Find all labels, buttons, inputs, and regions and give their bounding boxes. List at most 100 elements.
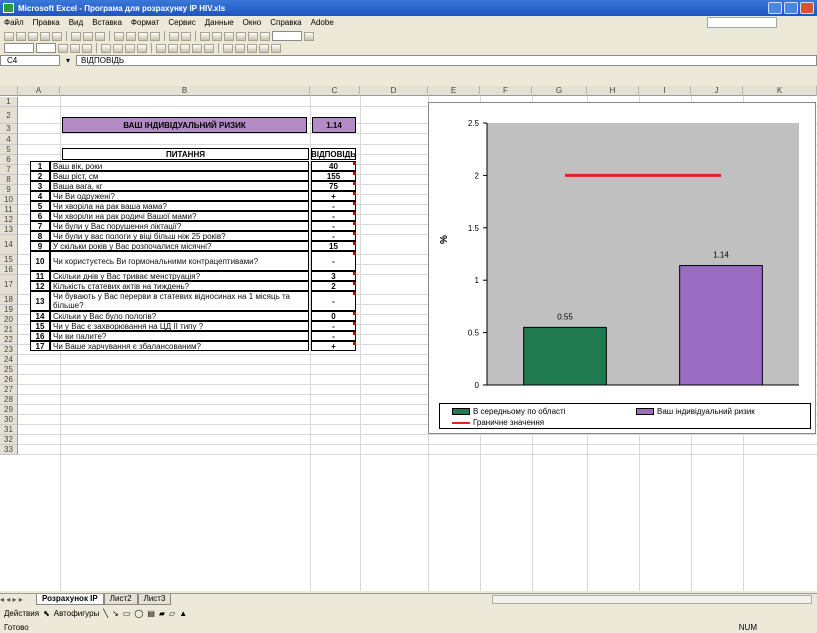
align-center-icon[interactable]: [113, 43, 123, 53]
fill-color-draw-icon[interactable]: ▰: [159, 609, 165, 618]
row-header[interactable]: 31: [0, 425, 18, 435]
undo-icon[interactable]: [169, 31, 179, 41]
column-header-f[interactable]: F: [480, 86, 532, 96]
permission-icon[interactable]: [40, 31, 50, 41]
borders-icon[interactable]: [247, 43, 257, 53]
draw-actions-menu[interactable]: Действия: [4, 609, 39, 618]
menu-view[interactable]: Вид: [69, 18, 83, 27]
row-header[interactable]: 12: [0, 215, 18, 225]
row-header[interactable]: 23: [0, 345, 18, 355]
comment-indicator[interactable]: [353, 312, 356, 315]
answer-cell[interactable]: 3: [311, 271, 356, 281]
row-header[interactable]: 26: [0, 375, 18, 385]
row-header[interactable]: 22: [0, 335, 18, 345]
fill-color-icon[interactable]: [259, 43, 269, 53]
row-header[interactable]: 8: [0, 175, 18, 185]
name-box[interactable]: C4: [0, 54, 60, 66]
comment-indicator[interactable]: [353, 282, 356, 285]
row-header[interactable]: 16: [0, 265, 18, 275]
row-header[interactable]: 21: [0, 325, 18, 335]
column-header-k[interactable]: K: [743, 86, 817, 96]
oval-icon[interactable]: ◯: [134, 609, 143, 618]
font-color-icon[interactable]: [271, 43, 281, 53]
row-header[interactable]: 9: [0, 185, 18, 195]
row-header[interactable]: 13: [0, 225, 18, 235]
print-preview-icon[interactable]: [83, 31, 93, 41]
answer-cell[interactable]: -: [311, 221, 356, 231]
menu-adobe[interactable]: Adobe: [311, 18, 334, 27]
line-icon[interactable]: ╲: [103, 609, 108, 618]
row-header[interactable]: 29: [0, 405, 18, 415]
column-header-a[interactable]: A: [18, 86, 60, 96]
comment-indicator[interactable]: [353, 242, 356, 245]
answer-cell[interactable]: -: [311, 201, 356, 211]
email-icon[interactable]: [52, 31, 62, 41]
chart-wizard-icon[interactable]: [248, 31, 258, 41]
row-header[interactable]: 11: [0, 205, 18, 215]
answer-cell[interactable]: -: [311, 211, 356, 221]
menu-data[interactable]: Данные: [205, 18, 234, 27]
italic-icon[interactable]: [70, 43, 80, 53]
row-header[interactable]: 3: [0, 124, 18, 134]
increase-indent-icon[interactable]: [235, 43, 245, 53]
row-header[interactable]: 2: [0, 107, 18, 124]
line-color-icon[interactable]: ▱: [169, 609, 175, 618]
new-icon[interactable]: [4, 31, 14, 41]
row-header[interactable]: 24: [0, 355, 18, 365]
row-header[interactable]: 20: [0, 315, 18, 325]
zoom-combo[interactable]: [272, 31, 302, 41]
answer-cell[interactable]: -: [311, 231, 356, 241]
drawing-icon[interactable]: [260, 31, 270, 41]
font-color-draw-icon[interactable]: ▲: [179, 609, 187, 618]
increase-decimal-icon[interactable]: [192, 43, 202, 53]
row-header[interactable]: 30: [0, 415, 18, 425]
comment-indicator[interactable]: [353, 202, 356, 205]
row-header[interactable]: 27: [0, 385, 18, 395]
autoshapes-menu[interactable]: Автофигуры: [54, 609, 100, 618]
cut-icon[interactable]: [114, 31, 124, 41]
paste-icon[interactable]: [138, 31, 148, 41]
close-button[interactable]: [800, 2, 814, 14]
row-header[interactable]: 7: [0, 165, 18, 175]
answer-cell[interactable]: -: [311, 251, 356, 271]
menu-insert[interactable]: Вставка: [92, 18, 122, 27]
row-header[interactable]: 6: [0, 155, 18, 165]
hyperlink-icon[interactable]: [200, 31, 210, 41]
comment-indicator[interactable]: [353, 182, 356, 185]
individual-risk-value[interactable]: 1.14: [312, 117, 356, 133]
row-header[interactable]: 17: [0, 275, 18, 295]
horizontal-scrollbar[interactable]: [492, 595, 812, 604]
decrease-decimal-icon[interactable]: [204, 43, 214, 53]
menu-file[interactable]: Файл: [4, 18, 24, 27]
bold-icon[interactable]: [58, 43, 68, 53]
sort-desc-icon[interactable]: [236, 31, 246, 41]
percent-icon[interactable]: [168, 43, 178, 53]
comment-indicator[interactable]: [353, 162, 356, 165]
currency-icon[interactable]: [156, 43, 166, 53]
answer-cell[interactable]: +: [311, 191, 356, 201]
answer-cell[interactable]: 75: [311, 181, 356, 191]
rectangle-icon[interactable]: ▭: [123, 609, 131, 618]
maximize-button[interactable]: [784, 2, 798, 14]
column-header-e[interactable]: E: [428, 86, 480, 96]
decrease-indent-icon[interactable]: [223, 43, 233, 53]
comment-indicator[interactable]: [353, 212, 356, 215]
row-header[interactable]: 10: [0, 195, 18, 205]
risk-chart[interactable]: 0 0.5 1 1.5 2 2.5% 0.55 1.14 В середньому по об…: [428, 102, 816, 434]
row-header[interactable]: 15: [0, 255, 18, 265]
textbox-icon[interactable]: ▤: [147, 609, 155, 618]
select-objects-icon[interactable]: ⬉: [43, 609, 50, 618]
menu-edit[interactable]: Правка: [33, 18, 60, 27]
format-painter-icon[interactable]: [150, 31, 160, 41]
print-icon[interactable]: [71, 31, 81, 41]
formula-input[interactable]: ВІДПОВІДЬ: [76, 54, 817, 66]
comment-indicator[interactable]: [353, 332, 356, 335]
column-header-d[interactable]: D: [360, 86, 428, 96]
comment-indicator[interactable]: [353, 192, 356, 195]
sheet-tab-2[interactable]: Лист2: [103, 594, 138, 605]
comment-indicator[interactable]: [353, 292, 356, 295]
row-header[interactable]: 25: [0, 365, 18, 375]
font-name-combo[interactable]: [4, 43, 34, 53]
comment-indicator[interactable]: [353, 342, 356, 345]
help-icon[interactable]: [304, 31, 314, 41]
